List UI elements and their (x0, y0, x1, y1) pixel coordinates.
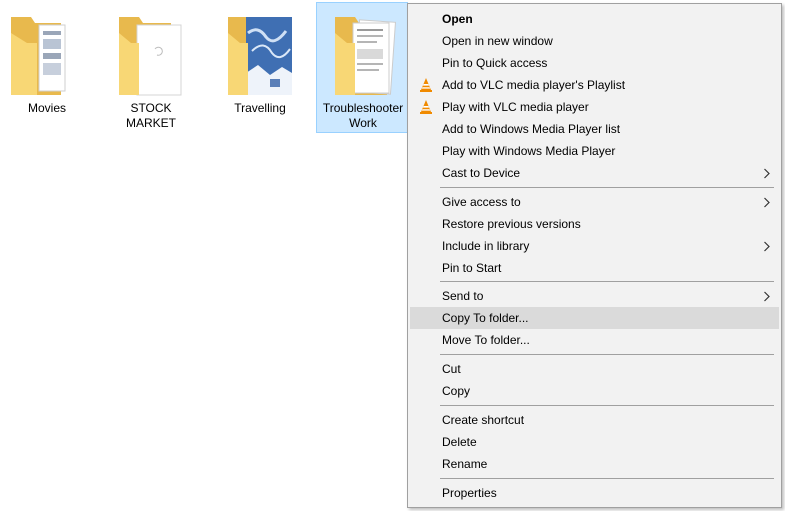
menu-item-copy[interactable]: Copy (410, 380, 779, 402)
menu-item-send-to[interactable]: Send to (410, 285, 779, 307)
folder-icon (11, 17, 66, 95)
menu-separator (440, 187, 774, 188)
menu-item-give-access[interactable]: Give access to (410, 191, 779, 213)
menu-item-move-to-folder[interactable]: Move To folder... (410, 329, 779, 351)
menu-item-cut[interactable]: Cut (410, 358, 779, 380)
menu-item-restore-versions[interactable]: Restore previous versions (410, 213, 779, 235)
menu-item-label: Cast to Device (442, 166, 521, 180)
menu-item-label: Pin to Quick access (442, 56, 548, 70)
menu-item-properties[interactable]: Properties (410, 482, 779, 504)
menu-item-label: Give access to (442, 195, 521, 209)
folder-label: Movies (27, 101, 66, 115)
menu-item-add-wmp-list[interactable]: Add to Windows Media Player list (410, 118, 779, 140)
menu-item-label: Properties (442, 486, 497, 500)
folder-movies[interactable]: Movies (0, 2, 92, 133)
menu-item-label: Pin to Start (442, 261, 502, 275)
folder-icon (228, 17, 292, 95)
menu-item-label: Create shortcut (442, 413, 525, 427)
menu-separator (440, 478, 774, 479)
context-menu: Open Open in new window Pin to Quick acc… (407, 3, 782, 508)
menu-item-label: Restore previous versions (442, 217, 581, 231)
vlc-cone-icon (420, 100, 432, 114)
folder-travelling[interactable]: Travelling (213, 2, 305, 133)
menu-separator (440, 354, 774, 355)
chevron-right-icon (764, 241, 770, 252)
menu-item-include-library[interactable]: Include in library (410, 235, 779, 257)
menu-separator (440, 405, 774, 406)
menu-item-pin-start[interactable]: Pin to Start (410, 257, 779, 279)
menu-item-delete[interactable]: Delete (410, 431, 779, 453)
menu-item-cast-to-device[interactable]: Cast to Device (410, 162, 779, 184)
menu-item-label: Add to Windows Media Player list (442, 122, 621, 136)
menu-item-rename[interactable]: Rename (410, 453, 779, 475)
menu-item-create-shortcut[interactable]: Create shortcut (410, 409, 779, 431)
menu-item-label: Add to VLC media player's Playlist (442, 78, 626, 92)
menu-item-label: Include in library (442, 239, 530, 253)
chevron-right-icon (764, 291, 770, 302)
menu-item-label: Move To folder... (442, 333, 530, 347)
menu-item-add-vlc-playlist[interactable]: Add to VLC media player's Playlist (410, 74, 779, 96)
menu-item-copy-to-folder[interactable]: Copy To folder... (410, 307, 779, 329)
chevron-right-icon (764, 197, 770, 208)
menu-item-label: Copy (442, 384, 471, 398)
menu-item-play-wmp[interactable]: Play with Windows Media Player (410, 140, 779, 162)
vlc-cone-icon (420, 78, 432, 92)
menu-item-pin-quick-access[interactable]: Pin to Quick access (410, 52, 779, 74)
folder-label: Travelling (234, 101, 286, 115)
folder-label: Troubleshooter Work (322, 101, 404, 130)
menu-item-label: Open in new window (442, 34, 553, 48)
menu-item-play-vlc[interactable]: Play with VLC media player (410, 96, 779, 118)
menu-separator (440, 281, 774, 282)
menu-item-label: Copy To folder... (442, 311, 529, 325)
menu-item-label: Send to (442, 289, 484, 303)
folder-troubleshooter-work[interactable]: Troubleshooter Work (316, 2, 408, 133)
folder-icon (119, 17, 182, 96)
menu-item-label: Delete (442, 435, 477, 449)
menu-item-label: Rename (442, 457, 488, 471)
folder-icon (335, 17, 397, 95)
menu-item-label: Cut (442, 362, 461, 376)
menu-item-open-new-window[interactable]: Open in new window (410, 30, 779, 52)
chevron-right-icon (764, 168, 770, 179)
menu-item-open[interactable]: Open (410, 8, 779, 30)
menu-item-label: Open (442, 12, 473, 26)
folder-label: STOCK MARKET (125, 101, 176, 130)
menu-item-label: Play with VLC media player (442, 100, 589, 114)
folder-stock-market[interactable]: STOCK MARKET (104, 2, 196, 133)
menu-item-label: Play with Windows Media Player (442, 144, 616, 158)
